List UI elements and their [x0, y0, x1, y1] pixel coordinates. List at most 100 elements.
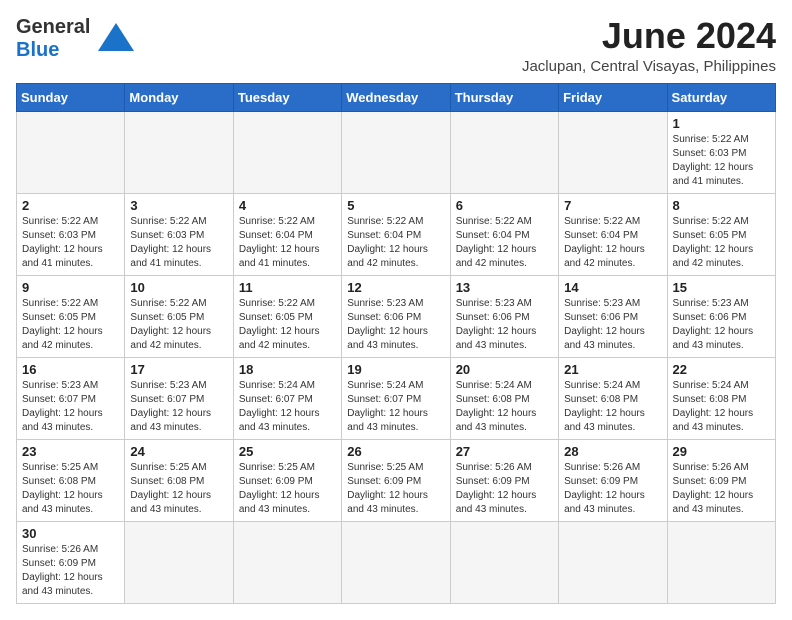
- day-info: Sunrise: 5:24 AMSunset: 6:07 PMDaylight:…: [239, 379, 336, 435]
- day-number: 30: [22, 526, 119, 541]
- day-number: 8: [673, 198, 770, 213]
- logo-area: General Blue: [16, 16, 134, 62]
- calendar-cell: [17, 111, 125, 193]
- day-number: 7: [564, 198, 661, 213]
- calendar-cell: [342, 521, 450, 603]
- calendar-cell: 24 Sunrise: 5:25 AMSunset: 6:08 PMDayligh…: [125, 439, 233, 521]
- day-info: Sunrise: 5:26 AMSunset: 6:09 PMDaylight:…: [564, 461, 661, 517]
- logo-text: General Blue: [16, 16, 90, 62]
- calendar-cell: [559, 111, 667, 193]
- day-number: 10: [130, 280, 227, 295]
- day-info: Sunrise: 5:22 AMSunset: 6:05 PMDaylight:…: [22, 297, 119, 353]
- calendar-cell: 10Sunrise: 5:22 AMSunset: 6:05 PMDayligh…: [125, 275, 233, 357]
- day-info: Sunrise: 5:22 AMSunset: 6:04 PMDaylight:…: [564, 215, 661, 271]
- day-info: Sunrise: 5:25 AMSunset: 6:09 PMDaylight:…: [347, 461, 444, 517]
- day-number: 27: [456, 444, 553, 459]
- logo-icon: [98, 23, 134, 56]
- day-info: Sunrise: 5:23 AMSunset: 6:06 PMDaylight:…: [347, 297, 444, 353]
- day-info: Sunrise: 5:26 AMSunset: 6:09 PMDaylight:…: [22, 543, 119, 599]
- day-info: Sunrise: 5:25 AMSunset: 6:08 PMDaylight:…: [22, 461, 119, 517]
- day-info: Sunrise: 5:23 AMSunset: 6:06 PMDaylight:…: [456, 297, 553, 353]
- page-container: General Blue June 2024 Jaclupan, Central…: [16, 16, 776, 604]
- weekday-header-wednesday: Wednesday: [342, 83, 450, 111]
- day-info: Sunrise: 5:24 AMSunset: 6:07 PMDaylight:…: [347, 379, 444, 435]
- weekday-header-tuesday: Tuesday: [233, 83, 341, 111]
- calendar-cell: 15Sunrise: 5:23 AMSunset: 6:06 PMDayligh…: [667, 275, 775, 357]
- day-info: Sunrise: 5:24 AMSunset: 6:08 PMDaylight:…: [456, 379, 553, 435]
- calendar-cell: 7 Sunrise: 5:22 AMSunset: 6:04 PMDaylight…: [559, 193, 667, 275]
- day-number: 11: [239, 280, 336, 295]
- calendar-cell: 29Sunrise: 5:26 AMSunset: 6:09 PMDayligh…: [667, 439, 775, 521]
- calendar-cell: 14 Sunrise: 5:23 AMSunset: 6:06 PMDayligh…: [559, 275, 667, 357]
- day-number: 18: [239, 362, 336, 377]
- day-info: Sunrise: 5:23 AMSunset: 6:06 PMDaylight:…: [564, 297, 661, 353]
- calendar-cell: [125, 111, 233, 193]
- day-info: Sunrise: 5:22 AMSunset: 6:05 PMDaylight:…: [239, 297, 336, 353]
- day-info: Sunrise: 5:23 AMSunset: 6:07 PMDaylight:…: [22, 379, 119, 435]
- calendar-cell: 18 Sunrise: 5:24 AMSunset: 6:07 PMDayligh…: [233, 357, 341, 439]
- weekday-header-monday: Monday: [125, 83, 233, 111]
- calendar-cell: 21 Sunrise: 5:24 AMSunset: 6:08 PMDayligh…: [559, 357, 667, 439]
- day-info: Sunrise: 5:22 AMSunset: 6:03 PMDaylight:…: [673, 133, 770, 189]
- day-info: Sunrise: 5:26 AMSunset: 6:09 PMDaylight:…: [456, 461, 553, 517]
- day-info: Sunrise: 5:23 AMSunset: 6:06 PMDaylight:…: [673, 297, 770, 353]
- day-number: 6: [456, 198, 553, 213]
- day-number: 20: [456, 362, 553, 377]
- day-info: Sunrise: 5:24 AMSunset: 6:08 PMDaylight:…: [564, 379, 661, 435]
- calendar-cell: [233, 521, 341, 603]
- day-number: 16: [22, 362, 119, 377]
- day-info: Sunrise: 5:22 AMSunset: 6:03 PMDaylight:…: [130, 215, 227, 271]
- day-info: Sunrise: 5:22 AMSunset: 6:04 PMDaylight:…: [239, 215, 336, 271]
- calendar-cell: 20 Sunrise: 5:24 AMSunset: 6:08 PMDayligh…: [450, 357, 558, 439]
- calendar-cell: 8 Sunrise: 5:22 AMSunset: 6:05 PMDaylight…: [667, 193, 775, 275]
- day-number: 19: [347, 362, 444, 377]
- calendar-week-6: 30 Sunrise: 5:26 AMSunset: 6:09 PMDayligh…: [17, 521, 776, 603]
- header: General Blue June 2024 Jaclupan, Central…: [16, 16, 776, 75]
- calendar-week-5: 23Sunrise: 5:25 AMSunset: 6:08 PMDayligh…: [17, 439, 776, 521]
- day-info: Sunrise: 5:25 AMSunset: 6:08 PMDaylight:…: [130, 461, 227, 517]
- calendar-cell: 13Sunrise: 5:23 AMSunset: 6:06 PMDayligh…: [450, 275, 558, 357]
- calendar-table: SundayMondayTuesdayWednesdayThursdayFrid…: [16, 83, 776, 604]
- day-number: 17: [130, 362, 227, 377]
- main-title: June 2024: [522, 16, 776, 56]
- weekday-header-thursday: Thursday: [450, 83, 558, 111]
- calendar-week-4: 16 Sunrise: 5:23 AMSunset: 6:07 PMDayligh…: [17, 357, 776, 439]
- calendar-cell: 27 Sunrise: 5:26 AMSunset: 6:09 PMDayligh…: [450, 439, 558, 521]
- day-number: 14: [564, 280, 661, 295]
- calendar-cell: 23Sunrise: 5:25 AMSunset: 6:08 PMDayligh…: [17, 439, 125, 521]
- day-number: 26: [347, 444, 444, 459]
- calendar-cell: 5 Sunrise: 5:22 AMSunset: 6:04 PMDaylight…: [342, 193, 450, 275]
- calendar-cell: [450, 111, 558, 193]
- calendar-cell: 12 Sunrise: 5:23 AMSunset: 6:06 PMDayligh…: [342, 275, 450, 357]
- calendar-cell: 25 Sunrise: 5:25 AMSunset: 6:09 PMDayligh…: [233, 439, 341, 521]
- weekday-header-sunday: Sunday: [17, 83, 125, 111]
- day-number: 25: [239, 444, 336, 459]
- calendar-cell: 17 Sunrise: 5:23 AMSunset: 6:07 PMDayligh…: [125, 357, 233, 439]
- calendar-cell: 16 Sunrise: 5:23 AMSunset: 6:07 PMDayligh…: [17, 357, 125, 439]
- day-info: Sunrise: 5:22 AMSunset: 6:05 PMDaylight:…: [673, 215, 770, 271]
- calendar-week-2: 2Sunrise: 5:22 AMSunset: 6:03 PMDaylight…: [17, 193, 776, 275]
- calendar-week-1: 1Sunrise: 5:22 AMSunset: 6:03 PMDaylight…: [17, 111, 776, 193]
- day-number: 28: [564, 444, 661, 459]
- day-info: Sunrise: 5:22 AMSunset: 6:04 PMDaylight:…: [347, 215, 444, 271]
- calendar-cell: 9Sunrise: 5:22 AMSunset: 6:05 PMDaylight…: [17, 275, 125, 357]
- day-info: Sunrise: 5:22 AMSunset: 6:03 PMDaylight:…: [22, 215, 119, 271]
- calendar-cell: 30 Sunrise: 5:26 AMSunset: 6:09 PMDayligh…: [17, 521, 125, 603]
- calendar-cell: [559, 521, 667, 603]
- calendar-cell: 3Sunrise: 5:22 AMSunset: 6:03 PMDaylight…: [125, 193, 233, 275]
- calendar-cell: 6 Sunrise: 5:22 AMSunset: 6:04 PMDaylight…: [450, 193, 558, 275]
- day-info: Sunrise: 5:23 AMSunset: 6:07 PMDaylight:…: [130, 379, 227, 435]
- calendar-cell: [125, 521, 233, 603]
- calendar-week-3: 9Sunrise: 5:22 AMSunset: 6:05 PMDaylight…: [17, 275, 776, 357]
- day-number: 29: [673, 444, 770, 459]
- day-number: 21: [564, 362, 661, 377]
- day-number: 24: [130, 444, 227, 459]
- weekday-header-row: SundayMondayTuesdayWednesdayThursdayFrid…: [17, 83, 776, 111]
- day-info: Sunrise: 5:25 AMSunset: 6:09 PMDaylight:…: [239, 461, 336, 517]
- calendar-cell: 19 Sunrise: 5:24 AMSunset: 6:07 PMDayligh…: [342, 357, 450, 439]
- calendar-cell: [450, 521, 558, 603]
- calendar-cell: 28 Sunrise: 5:26 AMSunset: 6:09 PMDayligh…: [559, 439, 667, 521]
- day-number: 5: [347, 198, 444, 213]
- day-number: 12: [347, 280, 444, 295]
- day-info: Sunrise: 5:22 AMSunset: 6:04 PMDaylight:…: [456, 215, 553, 271]
